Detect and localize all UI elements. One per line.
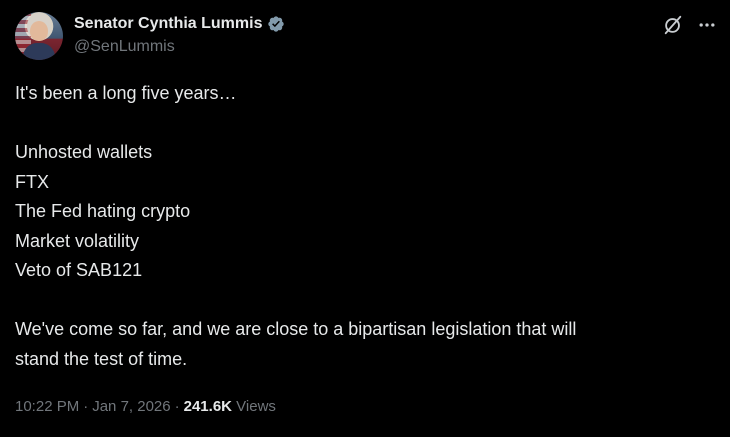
author-name-row: Senator Cynthia Lummis xyxy=(74,14,285,34)
tweet-meta: 10:22 PM · Jan 7, 2026 · 241.6K Views xyxy=(15,398,276,415)
meta-separator: · xyxy=(83,398,89,415)
tweet-line: It's been a long five years… xyxy=(15,83,237,103)
meta-separator: · xyxy=(174,398,180,415)
author-display-name[interactable]: Senator Cynthia Lummis xyxy=(74,15,262,33)
avatar-face xyxy=(30,21,48,41)
more-icon[interactable] xyxy=(696,15,718,35)
tweet-card: Senator Cynthia Lummis @SenLummis It's b… xyxy=(0,0,730,437)
views-label[interactable]: Views xyxy=(236,398,276,415)
tweet-line: Market volatility xyxy=(15,230,140,251)
avatar[interactable] xyxy=(15,12,63,60)
tweet-line: Unhosted wallets xyxy=(15,142,153,162)
tweet-line: The Fed hating crypto xyxy=(15,201,191,221)
avatar-shoulders xyxy=(23,43,55,60)
tweet-line: We've come so far, and we are close to a… xyxy=(15,319,577,339)
tweet-line: Veto of SAB121 xyxy=(15,260,143,280)
tweet-text: It's been a long five years… Unhosted wa… xyxy=(15,79,715,374)
author-handle[interactable]: @SenLummis xyxy=(74,38,175,56)
tweet-time[interactable]: 10:22 PM xyxy=(15,398,79,415)
tweet-line: stand the test of time. xyxy=(15,348,188,369)
grok-icon[interactable] xyxy=(662,14,684,36)
tweet-date[interactable]: Jan 7, 2026 xyxy=(92,398,170,415)
views-count[interactable]: 241.6K xyxy=(184,398,232,415)
tweet-line: FTX xyxy=(15,171,49,192)
verified-badge-icon[interactable] xyxy=(267,15,285,33)
